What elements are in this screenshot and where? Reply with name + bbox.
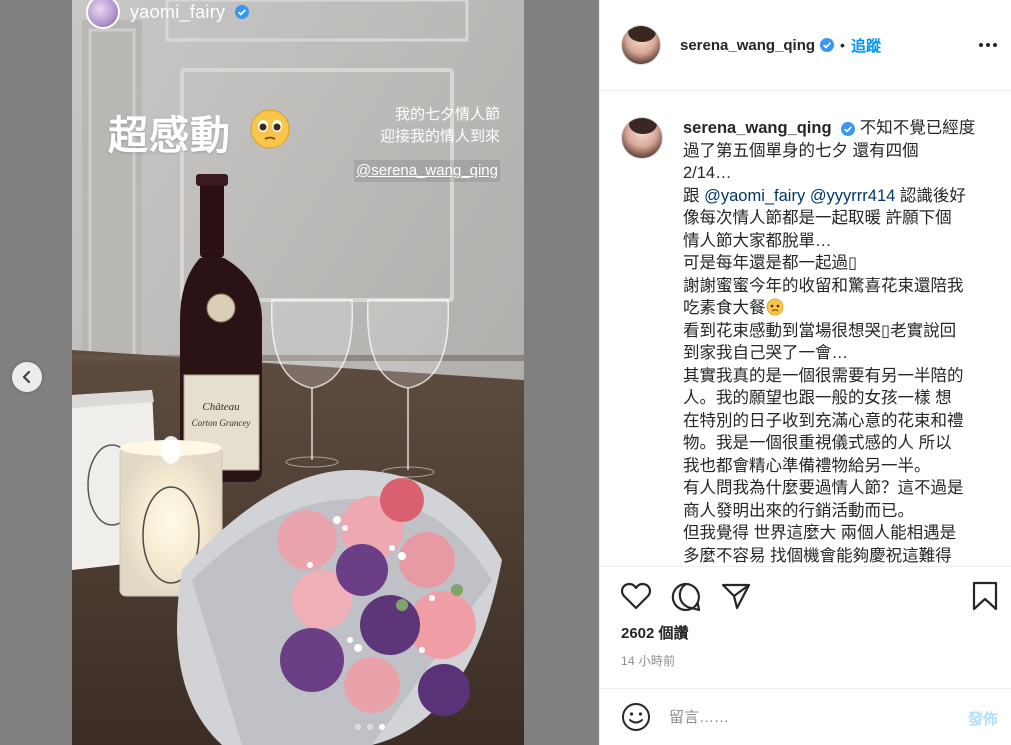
emoji-picker-icon[interactable] (621, 702, 651, 732)
caption-line: 過了第五個單身的七夕 還有四個 (683, 141, 919, 160)
caption-line: 其實我真的是一個很需要有另一半陪的 (683, 366, 964, 385)
caption-line-mentions: 跟 @yaomi_fairy @yyyrrr414 認識後好 (683, 186, 966, 205)
carousel-dots (355, 724, 385, 730)
carousel-dot (355, 724, 361, 730)
caption-line: 有人問我為什麼要過情人節？這不過是 (683, 479, 964, 497)
mention-link[interactable]: @yaomi_fairy (704, 187, 805, 205)
post-side-panel: serena_wang_qing • 追蹤 serena_wang_qing 不… (599, 0, 1011, 745)
post-comment-button[interactable]: 發佈 (968, 708, 998, 729)
caption-line: 2/14… (683, 164, 732, 182)
follow-button[interactable]: 追蹤 (851, 35, 881, 56)
verified-icon (235, 5, 250, 19)
caption-line: 我也都會精心準備禮物給另一半。 (683, 456, 931, 475)
verified-icon (820, 38, 835, 52)
story-avatar[interactable] (86, 0, 120, 29)
chevron-left-icon (22, 371, 31, 383)
mention-link[interactable]: @yyyrrr414 (810, 187, 896, 205)
bottle-label-2: Corton Grancey (192, 418, 251, 428)
caption-line: 情人節大家都脫單… (683, 231, 832, 250)
caption-section: serena_wang_qing 不知不覺已經度 過了第五個單身的七夕 還有四個… (600, 92, 1011, 566)
post-timestamp[interactable]: 14 小時前 (621, 652, 675, 669)
caption-username[interactable]: serena_wang_qing (683, 119, 832, 137)
caption-line: 多麼不容易 找個機會能夠慶祝這難得 (683, 546, 952, 565)
caption-line: 在特別的日子收到充滿心意的花束和禮 (683, 411, 964, 430)
author-avatar[interactable] (621, 25, 661, 65)
caption-line: 可是每年還是都一起過▯ (683, 254, 858, 272)
share-icon[interactable] (720, 581, 752, 611)
story-header: yaomi_fairy (86, 0, 250, 34)
story-caption-line-2: 迎接我的情人到來 (379, 128, 500, 145)
carousel-dot (367, 724, 373, 730)
heart-icon[interactable] (620, 581, 652, 611)
frowning-face-icon (766, 298, 783, 316)
previous-slide-button[interactable] (12, 362, 42, 392)
comment-icon[interactable] (670, 581, 702, 613)
carousel-dot-active (379, 724, 385, 730)
likes-count[interactable]: 2602 個讚 (621, 622, 689, 643)
header-separator: • (840, 37, 845, 53)
caption-line: 但我覺得 世界這麼大 兩個人能相遇是 (683, 524, 957, 542)
instagram-post-modal: Château Corton Grancey yaomi_fairy 超感動 我… (0, 0, 1011, 745)
author-username[interactable]: serena_wang_qing (680, 37, 815, 54)
more-options-icon[interactable] (978, 38, 998, 52)
verified-icon (841, 122, 856, 136)
bookmark-icon[interactable] (972, 581, 998, 611)
caption-line: 吃素食大餐 (683, 299, 766, 317)
story-image: Château Corton Grancey yaomi_fairy 超感動 我… (72, 0, 524, 745)
story-caption: 我的七夕情人節 迎接我的情人到來 @serena_wang_qing (300, 104, 500, 182)
caption-line: 謝謝蜜蜜今年的收留和驚喜花束還陪我 (683, 276, 964, 295)
caption-avatar[interactable] (621, 117, 663, 159)
story-username[interactable]: yaomi_fairy (130, 2, 225, 23)
caption-line: 不知不覺已經度 (859, 119, 976, 137)
caption-line: 人。我的願望也跟一般的女孩一樣 想 (683, 389, 952, 407)
media-pane: Château Corton Grancey yaomi_fairy 超感動 我… (0, 0, 599, 745)
caption-comment: serena_wang_qing 不知不覺已經度 過了第五個單身的七夕 還有四個… (621, 117, 984, 566)
bottle-label: Château (202, 401, 240, 413)
post-header: serena_wang_qing • 追蹤 (600, 0, 1011, 91)
caption-line: 看到花束感動到當場很想哭▯老實說回 (683, 321, 957, 340)
caption-line: 商人發明出來的行銷活動而已。 (683, 501, 914, 520)
pleading-face-icon (250, 109, 290, 149)
caption-line: 像每次情人節都是一起取暖 許願下個 (683, 209, 952, 227)
caption-line: 到家我自己哭了一會… (683, 344, 848, 362)
story-mention-tag[interactable]: @serena_wang_qing (354, 160, 500, 182)
story-caption-line-1: 我的七夕情人節 (394, 106, 500, 123)
caption-line: 物。我是一個很重視儀式感的人 所以 (683, 434, 952, 452)
story-big-text: 超感動 (108, 114, 231, 158)
comment-input[interactable] (669, 702, 949, 732)
caption-text: serena_wang_qing 不知不覺已經度 過了第五個單身的七夕 還有四個… (683, 117, 983, 566)
comment-box: 發佈 (600, 688, 1011, 745)
